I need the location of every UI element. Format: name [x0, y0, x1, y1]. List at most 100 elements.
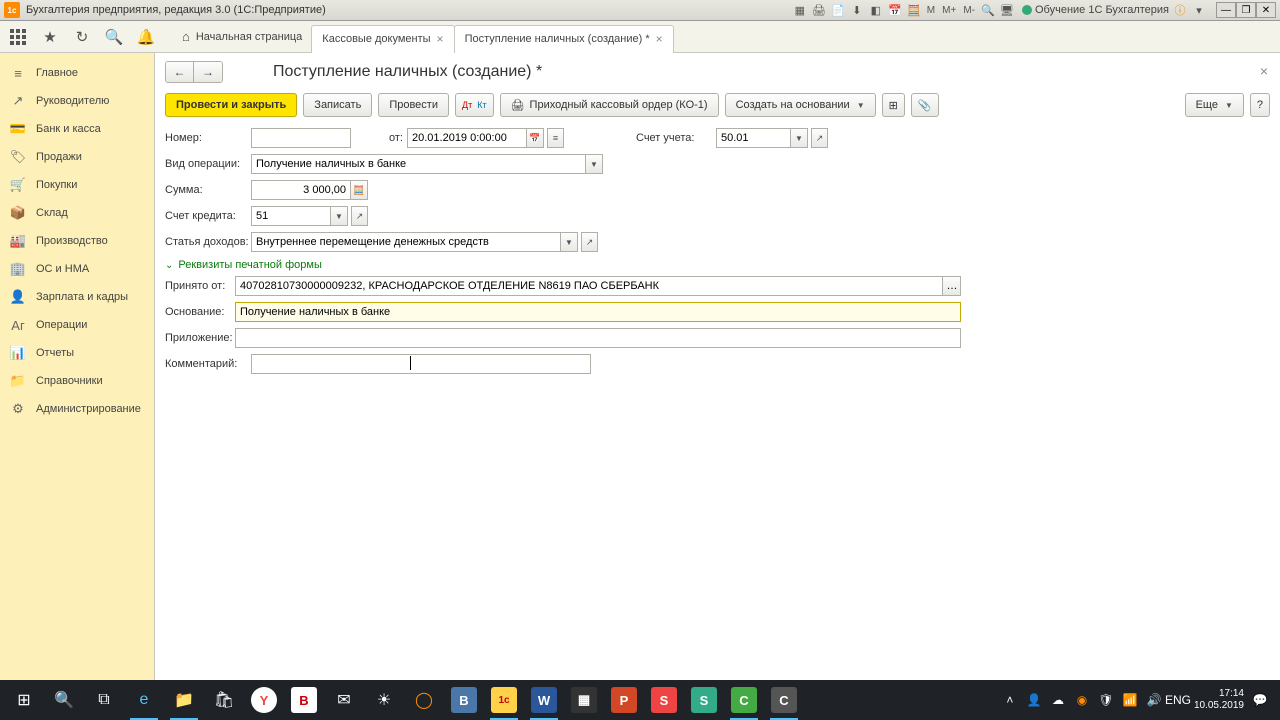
download-icon[interactable]: ⬇ — [849, 2, 865, 18]
sidebar-item-sales[interactable]: 🏷Продажи — [0, 143, 154, 171]
bell-icon[interactable]: 🔔 — [136, 27, 156, 47]
browser-icon[interactable]: ◯ — [404, 680, 444, 720]
received-from-input[interactable] — [235, 276, 943, 296]
more-button[interactable]: Еще▼ — [1185, 93, 1244, 117]
tray-up-icon[interactable]: ˄ — [1002, 692, 1018, 708]
vk-icon[interactable]: B — [444, 680, 484, 720]
c1-icon[interactable]: C — [724, 680, 764, 720]
notifications-icon[interactable]: 💬 — [1252, 692, 1268, 708]
s1-icon[interactable]: S — [644, 680, 684, 720]
explorer-icon[interactable]: 📁 — [164, 680, 204, 720]
calendar-icon[interactable]: 📅 — [887, 2, 903, 18]
sidebar-item-assets[interactable]: 🏢ОС и НМА — [0, 255, 154, 283]
sidebar-item-reports[interactable]: 📊Отчеты — [0, 339, 154, 367]
sidebar-item-admin[interactable]: ⚙Администрирование — [0, 395, 154, 423]
post-button[interactable]: Провести — [378, 93, 449, 117]
structure-button[interactable]: ⊞ — [882, 93, 905, 117]
dropdown-icon[interactable]: ▾ — [1191, 2, 1207, 18]
print-order-button[interactable]: 🖨Приходный кассовый ордер (КО-1) — [500, 93, 719, 117]
edge-icon[interactable]: e — [124, 680, 164, 720]
zoom-icon[interactable]: 🔍 — [980, 2, 996, 18]
print-icon[interactable]: 🖨 — [811, 2, 827, 18]
account-input[interactable] — [716, 128, 791, 148]
calc-icon[interactable]: 🧮 — [906, 2, 922, 18]
s2-icon[interactable]: S — [684, 680, 724, 720]
sidebar-item-manager[interactable]: ↗Руководителю — [0, 87, 154, 115]
start-button[interactable]: ⊞ — [4, 680, 44, 720]
m-minus-label[interactable]: M- — [963, 5, 975, 16]
clock[interactable]: 17:14 10.05.2019 — [1194, 688, 1244, 712]
dt-kt-button[interactable]: ДтКт — [455, 93, 494, 117]
close-icon[interactable]: × — [656, 32, 663, 46]
close-icon[interactable]: × — [437, 32, 444, 46]
maximize-button[interactable]: ❐ — [1236, 2, 1256, 18]
comment-input[interactable] — [251, 354, 591, 374]
sidebar-item-purchases[interactable]: 🛒Покупки — [0, 171, 154, 199]
sidebar-item-bank[interactable]: 💳Банк и касса — [0, 115, 154, 143]
store-icon[interactable]: 🛍 — [204, 680, 244, 720]
sidebar-item-production[interactable]: 🏭Производство — [0, 227, 154, 255]
create-based-button[interactable]: Создать на основании▼ — [725, 93, 876, 117]
apps-icon[interactable] — [8, 27, 28, 47]
tab-cash-receipt[interactable]: Поступление наличных (создание) * × — [454, 25, 674, 53]
sidebar-item-main[interactable]: ≡Главное — [0, 59, 154, 87]
sidebar-item-catalogs[interactable]: 📁Справочники — [0, 367, 154, 395]
weather-icon[interactable]: ☀ — [364, 680, 404, 720]
income-input[interactable] — [251, 232, 561, 252]
compare-icon[interactable]: ◧ — [868, 2, 884, 18]
number-input[interactable] — [251, 128, 351, 148]
history-icon[interactable]: ↻ — [72, 27, 92, 47]
tab-cash-docs[interactable]: Кассовые документы × — [311, 25, 454, 53]
sidebar-item-operations[interactable]: АгОперации — [0, 311, 154, 339]
learn-link[interactable]: Обучение 1С Бухгалтерия — [1022, 4, 1169, 16]
tray-sound-icon[interactable]: 🔊 — [1146, 692, 1162, 708]
b-icon[interactable]: B — [284, 680, 324, 720]
date-input[interactable] — [407, 128, 527, 148]
close-button[interactable]: ✕ — [1256, 2, 1276, 18]
sidebar-item-hr[interactable]: 👤Зарплата и кадры — [0, 283, 154, 311]
op-type-dropdown[interactable]: ▼ — [586, 154, 603, 174]
tray-people-icon[interactable]: 👤 — [1026, 692, 1042, 708]
forward-button[interactable]: → — [194, 62, 222, 82]
calc-button[interactable]: 🧮 — [351, 180, 368, 200]
task-view-icon[interactable]: ⧉ — [84, 680, 124, 720]
income-dropdown[interactable]: ▼ — [561, 232, 578, 252]
screen-icon[interactable]: 🖥 — [999, 2, 1015, 18]
credit-open-button[interactable]: ↗ — [351, 206, 368, 226]
credit-input[interactable] — [251, 206, 331, 226]
op-type-input[interactable] — [251, 154, 586, 174]
m-plus-label[interactable]: M+ — [942, 5, 956, 16]
tray-net-icon[interactable]: 📶 — [1122, 692, 1138, 708]
task-search-icon[interactable]: 🔍 — [44, 680, 84, 720]
tab-home[interactable]: ⌂ Начальная страница — [172, 21, 312, 53]
help-button[interactable]: ? — [1250, 93, 1270, 117]
doc-icon[interactable]: 📄 — [830, 2, 846, 18]
toolbar-icon[interactable]: ▦ — [792, 2, 808, 18]
yandex-icon[interactable]: Y — [244, 680, 284, 720]
post-and-close-button[interactable]: Провести и закрыть — [165, 93, 297, 117]
tray-shield-icon[interactable]: 🛡 — [1098, 692, 1114, 708]
close-page-icon[interactable]: × — [1260, 63, 1268, 79]
account-dropdown[interactable]: ▼ — [791, 128, 808, 148]
income-open-button[interactable]: ↗ — [581, 232, 598, 252]
calc-task-icon[interactable]: ▦ — [564, 680, 604, 720]
1c-icon[interactable]: 1c — [484, 680, 524, 720]
section-toggle[interactable]: ⌄ Реквизиты печатной формы — [165, 259, 1270, 271]
m-label[interactable]: M — [927, 5, 935, 16]
attach-button[interactable]: 📎 — [911, 93, 939, 117]
c2-icon[interactable]: C — [764, 680, 804, 720]
attachment-input[interactable] — [235, 328, 961, 348]
tray-lang[interactable]: ENG — [1170, 692, 1186, 708]
search-icon[interactable]: 🔍 — [104, 27, 124, 47]
tray-app-icon[interactable]: ◉ — [1074, 692, 1090, 708]
sidebar-item-warehouse[interactable]: 📦Склад — [0, 199, 154, 227]
word-icon[interactable]: W — [524, 680, 564, 720]
ppt-icon[interactable]: P — [604, 680, 644, 720]
tray-cloud-icon[interactable]: ☁ — [1050, 692, 1066, 708]
account-open-button[interactable]: ↗ — [811, 128, 828, 148]
save-button[interactable]: Записать — [303, 93, 372, 117]
minimize-button[interactable]: — — [1216, 2, 1236, 18]
sum-input[interactable] — [251, 180, 351, 200]
credit-dropdown[interactable]: ▼ — [331, 206, 348, 226]
list-button[interactable]: ≡ — [547, 128, 564, 148]
